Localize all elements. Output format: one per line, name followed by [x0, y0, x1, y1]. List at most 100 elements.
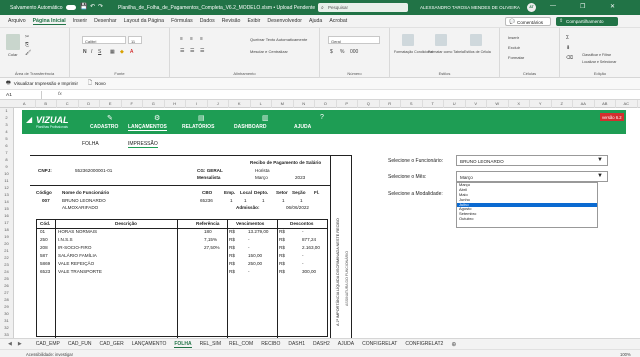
row-header[interactable]: 14 [0, 199, 13, 204]
row-header[interactable]: 19 [0, 234, 13, 239]
sheet-tab[interactable]: REL_COM [229, 341, 253, 347]
row-header[interactable]: 22 [0, 255, 13, 260]
row-header[interactable]: 12 [0, 185, 13, 190]
font-size-select[interactable]: 11 [128, 36, 142, 44]
close-icon[interactable]: ✕ [610, 3, 615, 10]
minimize-icon[interactable]: — [550, 3, 556, 9]
column-header[interactable]: J [208, 100, 229, 108]
nav-lancamentos[interactable]: LANÇAMENTOS [128, 124, 167, 131]
row-header[interactable]: 5 [0, 136, 13, 141]
conditional-format-icon[interactable] [402, 34, 414, 46]
format-table-icon[interactable] [435, 34, 447, 46]
column-header[interactable]: D [79, 100, 100, 108]
column-header[interactable]: A [14, 100, 36, 108]
find-select-button[interactable]: Localizar e Selecionar [582, 60, 616, 64]
sheet-tab[interactable]: CAD_EMP [36, 341, 60, 347]
copy-icon[interactable]: ⎘ [25, 42, 29, 48]
cell-styles-icon[interactable] [470, 34, 482, 46]
sheet-tab[interactable]: CONFIGRELAT2 [405, 341, 443, 347]
column-header[interactable]: R [380, 100, 401, 108]
sheet-tab[interactable]: AJUDA [338, 341, 354, 347]
align-bottom-icon[interactable]: ≡ [200, 36, 203, 42]
sheet-tab[interactable]: CAD_FUN [68, 341, 92, 347]
row-header[interactable]: 26 [0, 283, 13, 288]
column-header[interactable]: AA [573, 100, 595, 108]
sheet-tab[interactable]: DASH2 [313, 341, 330, 347]
column-header[interactable]: Y [530, 100, 552, 108]
sheet-tab[interactable]: RECIBO [261, 341, 280, 347]
column-header[interactable]: B [36, 100, 57, 108]
row-header[interactable]: 8 [0, 157, 13, 162]
paste-icon[interactable] [6, 34, 20, 50]
menu-acrobat[interactable]: Acrobat [329, 18, 347, 24]
zoom-level[interactable]: 100% [620, 352, 631, 357]
menu-desenhar[interactable]: Desenhar [94, 18, 117, 24]
column-header[interactable]: AB [595, 100, 616, 108]
row-header[interactable]: 7 [0, 150, 13, 155]
row-header[interactable]: 9 [0, 164, 13, 169]
merge-center-button[interactable]: Mesclar e Centralizar [250, 49, 288, 54]
clear-icon[interactable]: ⌫ [566, 55, 573, 61]
column-header[interactable]: E [100, 100, 122, 108]
percent-icon[interactable]: % [340, 49, 344, 55]
column-header[interactable]: S [401, 100, 423, 108]
column-header[interactable]: T [423, 100, 444, 108]
row-header[interactable]: 3 [0, 122, 13, 127]
name-box[interactable]: A1 [2, 91, 42, 99]
column-header[interactable]: Z [552, 100, 573, 108]
formula-input[interactable] [70, 91, 636, 99]
month-option[interactable]: Outubro [457, 216, 597, 222]
search-box[interactable]: ⌕ Pesquisar [318, 3, 408, 12]
row-header[interactable]: 32 [0, 325, 13, 330]
row-header[interactable]: 20 [0, 241, 13, 246]
row-header[interactable]: 13 [0, 192, 13, 197]
column-header[interactable]: H [165, 100, 186, 108]
row-header[interactable]: 25 [0, 276, 13, 281]
sum-icon[interactable]: Σ [566, 35, 569, 41]
column-header[interactable]: N [294, 100, 315, 108]
column-header[interactable]: K [229, 100, 251, 108]
fill-color-icon[interactable]: ◆ [120, 49, 124, 55]
format-painter-icon[interactable]: 🖌 [25, 50, 31, 56]
sort-filter-button[interactable]: Classificar e Filtrar [582, 53, 611, 57]
row-header[interactable]: 21 [0, 248, 13, 253]
nav-ajuda[interactable]: AJUDA [294, 124, 311, 130]
number-format-select[interactable]: Geral [328, 36, 380, 44]
row-header[interactable]: 28 [0, 297, 13, 302]
row-header[interactable]: 11 [0, 178, 13, 183]
row-header[interactable]: 23 [0, 262, 13, 267]
new-button[interactable]: Novo [95, 81, 106, 86]
borders-icon[interactable]: ▦ [110, 49, 115, 55]
column-header[interactable]: F [122, 100, 143, 108]
insert-button[interactable]: Inserir [508, 35, 519, 40]
sheet-tab[interactable]: CAD_GER [100, 341, 124, 347]
column-header[interactable]: V [466, 100, 487, 108]
column-header[interactable]: C [57, 100, 79, 108]
sheet-tab[interactable]: LANÇAMENTO [132, 341, 167, 347]
autosave-toggle[interactable] [66, 5, 76, 10]
row-header[interactable]: 15 [0, 206, 13, 211]
cut-icon[interactable]: ✂ [25, 34, 29, 40]
comments-button[interactable]: 💬 Comentários [505, 17, 551, 26]
sheet-tab[interactable]: CONFIGRELAT [362, 341, 397, 347]
underline-icon[interactable]: S [98, 49, 101, 55]
tab-impressao[interactable]: IMPRESSÃO [128, 141, 158, 148]
column-header[interactable]: W [487, 100, 509, 108]
column-header[interactable]: M [272, 100, 294, 108]
align-center-icon[interactable]: ☰ [190, 48, 194, 54]
currency-icon[interactable]: $ [330, 49, 333, 55]
menu-formulas[interactable]: Fórmulas [171, 18, 193, 24]
month-select[interactable]: Março ▼ [456, 171, 608, 182]
wrap-text-button[interactable]: Quebrar Texto Automaticamente [250, 37, 307, 42]
column-header[interactable]: I [186, 100, 208, 108]
font-color-icon[interactable]: A [130, 49, 133, 55]
column-header[interactable]: P [337, 100, 358, 108]
add-sheet-icon[interactable]: ⊕ [451, 341, 456, 348]
align-middle-icon[interactable]: ≡ [190, 36, 193, 42]
column-header[interactable]: U [444, 100, 466, 108]
nav-dashboard[interactable]: DASHBOARD [234, 124, 267, 130]
restore-icon[interactable]: ❐ [580, 3, 585, 10]
menu-layout[interactable]: Layout da Página [124, 18, 164, 24]
column-header[interactable]: AC [616, 100, 638, 108]
tab-next-icon[interactable]: ▶ [18, 341, 22, 347]
